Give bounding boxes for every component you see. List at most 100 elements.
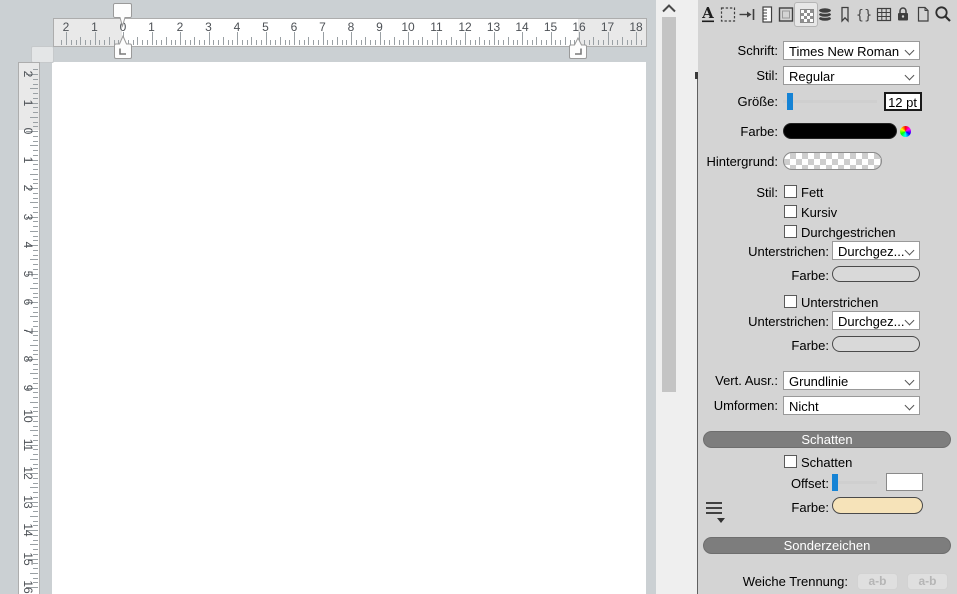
shadow-checkbox[interactable] [784, 455, 797, 468]
lock-icon[interactable] [894, 4, 912, 24]
selection-frame-icon[interactable] [719, 4, 737, 24]
italic-checkbox[interactable] [784, 205, 797, 218]
size-slider-track[interactable] [783, 100, 877, 103]
ruler-tick [30, 544, 38, 545]
ruler-tick [194, 37, 195, 45]
panel-menu-arrow-icon[interactable] [717, 518, 725, 523]
transparency-icon[interactable] [797, 4, 815, 24]
bold-checkbox[interactable] [784, 185, 797, 198]
ruler-number: 6 [21, 299, 35, 306]
underline2-checkbox[interactable] [784, 295, 797, 308]
panel-toolbar: A {} [698, 0, 957, 28]
ruler-number: 9 [371, 20, 389, 34]
transform-label: Umformen: [640, 398, 778, 413]
ruler-tick [33, 150, 38, 151]
ruler-tick [33, 364, 38, 365]
ruler-tick [375, 40, 376, 45]
panel-menu-button[interactable] [706, 502, 722, 516]
underline2-dropdown[interactable]: Durchgez... [832, 311, 920, 330]
ruler-tick [175, 40, 176, 45]
ruler-tick [30, 402, 38, 403]
ruler-tick [33, 321, 38, 322]
tabs-icon[interactable] [738, 4, 756, 24]
ruler-number: 5 [21, 270, 35, 277]
chevron-down-icon [905, 246, 915, 256]
shadow-color-swatch[interactable] [832, 497, 923, 514]
bookmark-icon[interactable] [836, 4, 854, 24]
ruler-icon[interactable] [758, 4, 776, 24]
horizontal-ruler[interactable]: 210123456789101112131415161718 [53, 18, 647, 47]
ruler-tick [33, 426, 38, 427]
ruler-tick [33, 164, 38, 165]
size-slider-thumb[interactable] [787, 93, 793, 110]
shadow-offset-slider-track[interactable] [832, 481, 877, 484]
ruler-tick [223, 37, 224, 45]
ruler-tick [213, 40, 214, 45]
ruler-tick [251, 37, 252, 45]
placeholders-icon[interactable]: {} [855, 4, 873, 24]
soft-hyphen-remove-button[interactable]: a-b [907, 573, 948, 590]
underline-dropdown[interactable]: Durchgez... [832, 241, 920, 260]
ruler-tick [33, 378, 38, 379]
table-icon[interactable] [875, 4, 893, 24]
page[interactable] [52, 62, 646, 594]
chevron-down-icon [905, 376, 915, 386]
underline2-checkbox-label: Unterstrichen [801, 295, 878, 310]
ruler-tick [456, 40, 457, 45]
scroll-up-icon[interactable] [661, 3, 677, 14]
frame-icon[interactable] [777, 4, 795, 24]
underline-color-swatch[interactable] [832, 266, 920, 282]
color-wheel-icon[interactable] [900, 126, 911, 137]
layers-icon[interactable] [816, 4, 834, 24]
ruler-tick [503, 40, 504, 45]
background-color-swatch[interactable] [783, 152, 882, 170]
ruler-tick [33, 578, 38, 579]
shadow-offset-slider-thumb[interactable] [832, 474, 838, 491]
ruler-tick [33, 226, 38, 227]
ruler-number: 11 [428, 20, 446, 34]
soft-hyphen-insert-button[interactable]: a-b [857, 573, 898, 590]
ruler-tick [627, 40, 628, 45]
ruler-tick [33, 407, 38, 408]
ruler-tick [30, 430, 38, 431]
ruler-number: 10 [21, 409, 35, 422]
ruler-origin-box[interactable] [31, 46, 54, 63]
shadow-section-header[interactable]: Schatten [703, 431, 951, 448]
style-group-label: Stil: [640, 185, 778, 200]
ruler-tick [546, 40, 547, 45]
special-section-header[interactable]: Sonderzeichen [703, 537, 951, 554]
ruler-number: 1 [86, 20, 104, 34]
vertical-ruler[interactable]: 21012345678910111213141516 [18, 62, 40, 594]
character-format-icon[interactable]: A [699, 4, 717, 24]
ruler-tick [489, 40, 490, 45]
font-style-dropdown[interactable]: Regular [783, 66, 920, 85]
font-dropdown[interactable]: Times New Roman [783, 41, 920, 60]
page-icon[interactable] [914, 4, 932, 24]
ruler-tick [30, 516, 38, 517]
right-indent-marker[interactable] [567, 37, 589, 61]
underline2-color-swatch[interactable] [832, 336, 920, 352]
ruler-tick [275, 40, 276, 45]
ruler-number: 13 [21, 495, 35, 508]
ruler-number: 8 [21, 356, 35, 363]
text-color-swatch[interactable] [783, 123, 897, 139]
search-icon[interactable] [933, 4, 951, 24]
ruler-tick [33, 84, 38, 85]
bold-label: Fett [801, 185, 823, 200]
ruler-tick [299, 40, 300, 45]
vertical-align-dropdown[interactable]: Grundlinie [783, 371, 920, 390]
ruler-tick [451, 37, 452, 45]
left-indent-marker[interactable] [112, 35, 134, 61]
first-line-indent-marker[interactable] [112, 2, 133, 29]
ruler-tick [71, 40, 72, 45]
transform-dropdown[interactable]: Nicht [783, 396, 920, 415]
ruler-number: 9 [21, 384, 35, 391]
font-style-value: Regular [789, 69, 835, 84]
underline2-value: Durchgez... [838, 314, 904, 329]
size-field[interactable]: 12 pt [884, 92, 922, 111]
ruler-tick [470, 40, 471, 45]
strikethrough-checkbox[interactable] [784, 225, 797, 238]
shadow-offset-field[interactable] [886, 473, 923, 491]
ruler-tick [137, 37, 138, 45]
size-label: Größe: [640, 94, 778, 109]
